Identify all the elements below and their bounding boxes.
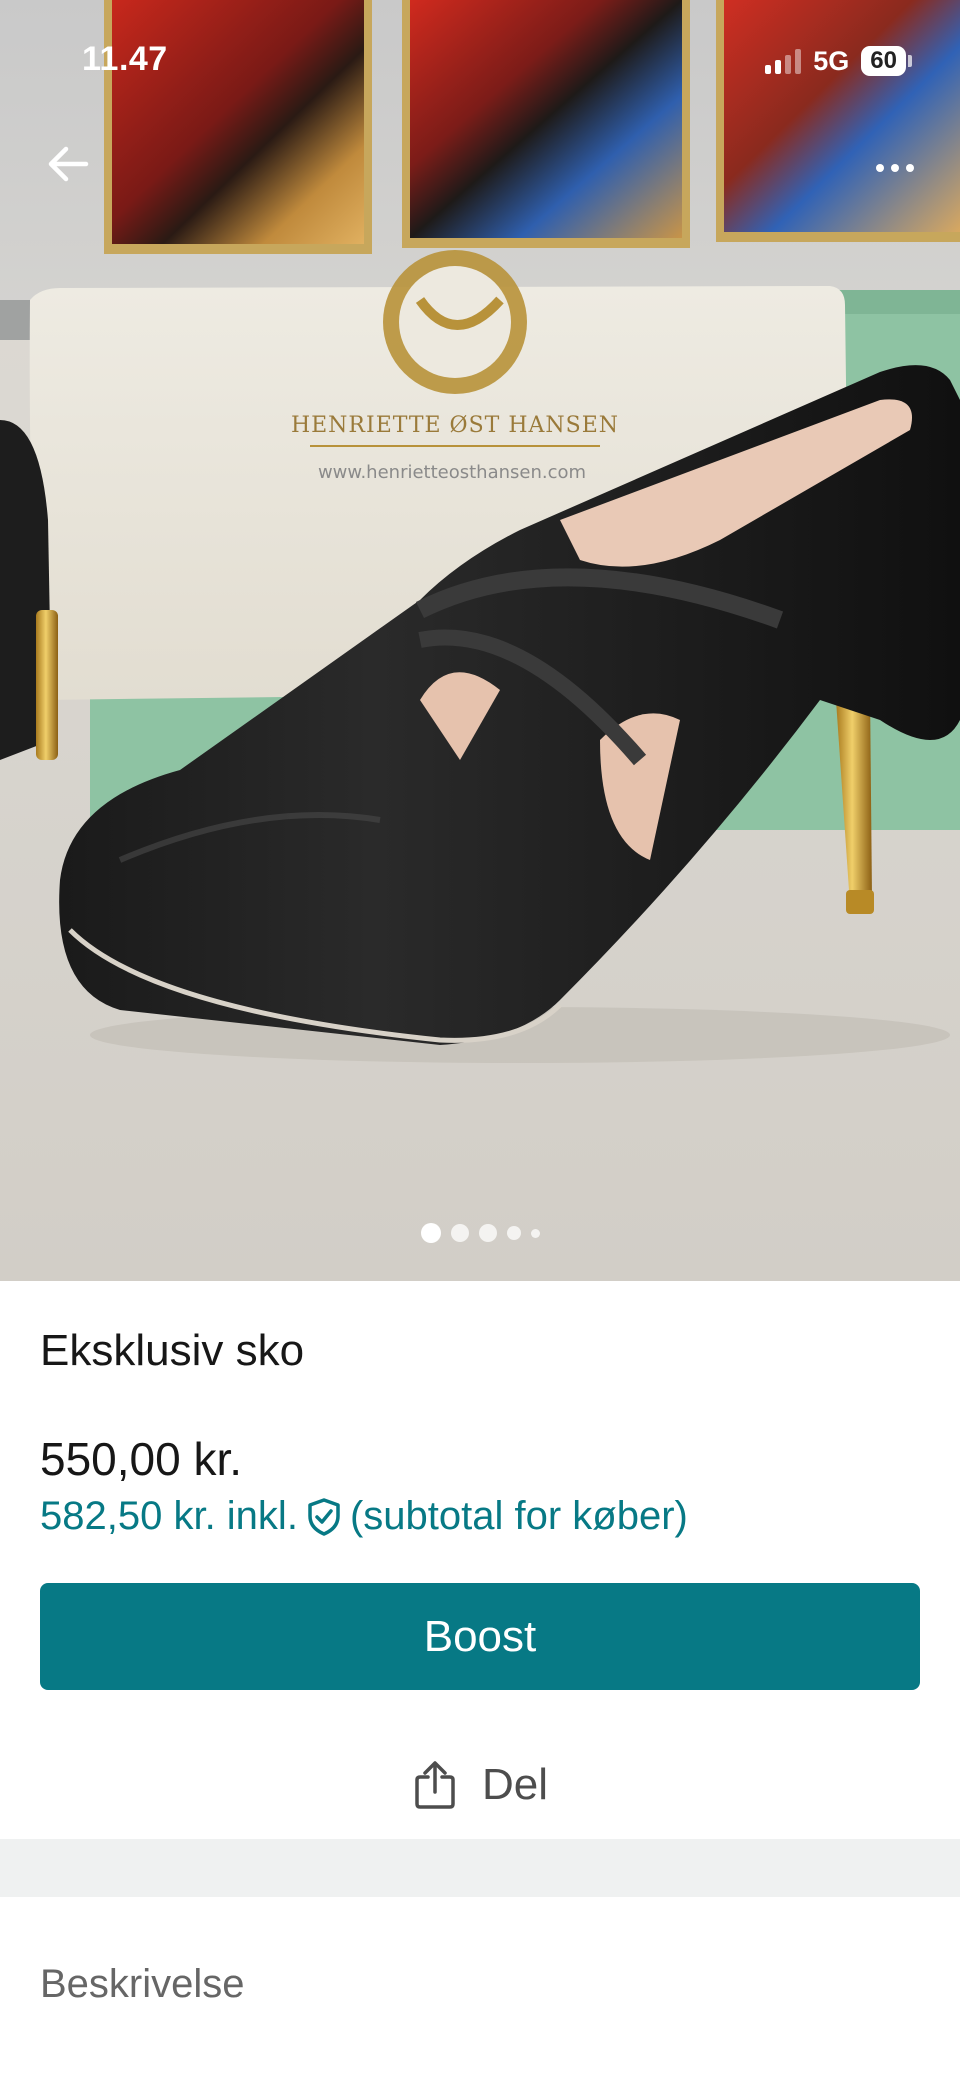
battery-icon: 60 bbox=[861, 46, 906, 76]
pager-dot[interactable] bbox=[506, 1226, 521, 1240]
pager-dot[interactable] bbox=[450, 1224, 469, 1242]
pager-dot[interactable] bbox=[478, 1224, 497, 1242]
battery-nub bbox=[908, 55, 912, 67]
listing-title: Eksklusiv sko bbox=[40, 1326, 305, 1375]
bag-url-text: www.henrietteosthansen.com bbox=[318, 462, 586, 483]
photo-pager bbox=[0, 1222, 960, 1244]
description-heading: Beskrivelse bbox=[40, 1962, 245, 2006]
more-dots-icon bbox=[876, 164, 884, 172]
pager-dot[interactable] bbox=[420, 1223, 441, 1243]
price-incl-note: (subtotal for køber) bbox=[349, 1494, 688, 1538]
back-button[interactable] bbox=[40, 136, 96, 192]
arrow-left-icon bbox=[48, 146, 89, 182]
bag-brand-text: HENRIETTE ØST HANSEN bbox=[291, 413, 619, 438]
listing-price: 550,00 kr. bbox=[40, 1433, 243, 1485]
price-incl-amount: 582,50 kr. inkl. bbox=[40, 1494, 298, 1538]
share-label: Del bbox=[481, 1760, 549, 1809]
price-including-protection[interactable]: 582,50 kr. inkl. (subtotal for køber) bbox=[40, 1494, 688, 1539]
share-icon bbox=[415, 1761, 455, 1809]
boost-button-label: Boost bbox=[423, 1611, 537, 1661]
section-divider bbox=[0, 1839, 960, 1897]
status-time: 11.47 bbox=[82, 40, 168, 78]
share-button[interactable]: Del bbox=[0, 1750, 960, 1820]
product-photo: HENRIETTE ØST HANSEN www.henrietteosthan… bbox=[0, 0, 960, 1281]
signal-icon bbox=[765, 48, 802, 74]
status-icons: 5G 60 bbox=[765, 44, 912, 78]
network-type: 5G bbox=[813, 45, 850, 76]
photo-gallery[interactable]: HENRIETTE ØST HANSEN www.henrietteosthan… bbox=[0, 0, 960, 1281]
more-dot bbox=[906, 164, 914, 172]
more-options-button[interactable] bbox=[860, 140, 930, 196]
listing-page: HENRIETTE ØST HANSEN www.henrietteosthan… bbox=[0, 0, 960, 2078]
pager-dot[interactable] bbox=[530, 1228, 540, 1238]
shield-check-icon bbox=[308, 1497, 340, 1536]
boost-button[interactable]: Boost bbox=[40, 1583, 920, 1690]
more-dot bbox=[891, 164, 899, 172]
